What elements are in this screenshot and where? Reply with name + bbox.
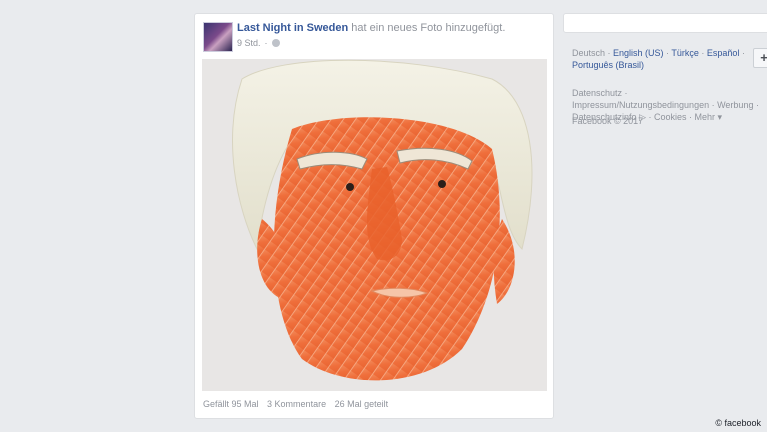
language-current: Deutsch <box>572 48 606 58</box>
globe-icon <box>271 39 280 47</box>
post-card: Last Night in Sweden hat ein neues Foto … <box>194 13 554 419</box>
page-avatar[interactable] <box>203 22 233 52</box>
page-name-link[interactable]: Last Night in Sweden <box>237 22 348 34</box>
shares-count-link[interactable]: 26 Mal geteilt <box>335 399 389 409</box>
footer-link-werbung[interactable]: Werbung <box>717 100 753 110</box>
watermark: © facebook <box>715 418 761 428</box>
likes-count-link[interactable]: Gefällt 95 Mal <box>203 399 259 409</box>
post-action-text: hat ein neues Foto hinzugefügt. <box>351 22 506 34</box>
footer-link-datenschutz[interactable]: Datenschutz <box>572 88 622 98</box>
footer-link-mehr[interactable]: Mehr <box>695 112 716 122</box>
language-english[interactable]: English (US) <box>613 48 664 58</box>
post-timestamp[interactable]: 9 Std. <box>237 38 261 48</box>
language-turkish[interactable]: Türkçe <box>671 48 699 58</box>
sidebar-top-box <box>563 13 767 33</box>
add-language-button[interactable]: + <box>753 48 767 68</box>
post-meta: 9 Std. · <box>237 38 280 48</box>
footer-link-cookies[interactable]: Cookies <box>654 112 687 122</box>
post-stats: Gefällt 95 Mal 3 Kommentare 26 Mal getei… <box>203 399 394 409</box>
language-selector: Deutsch · English (US) · Türkçe · Españo… <box>572 48 745 70</box>
post-photo[interactable] <box>202 59 547 391</box>
footer-link-impressum[interactable]: Impressum/Nutzungsbedingungen <box>572 100 709 110</box>
language-spanish[interactable]: Español <box>707 48 740 58</box>
post-header: Last Night in Sweden hat ein neues Foto … <box>237 22 505 34</box>
copyright: Facebook © 2017 <box>572 116 644 126</box>
language-portuguese[interactable]: Português (Brasil) <box>572 60 644 70</box>
comments-count-link[interactable]: 3 Kommentare <box>267 399 326 409</box>
